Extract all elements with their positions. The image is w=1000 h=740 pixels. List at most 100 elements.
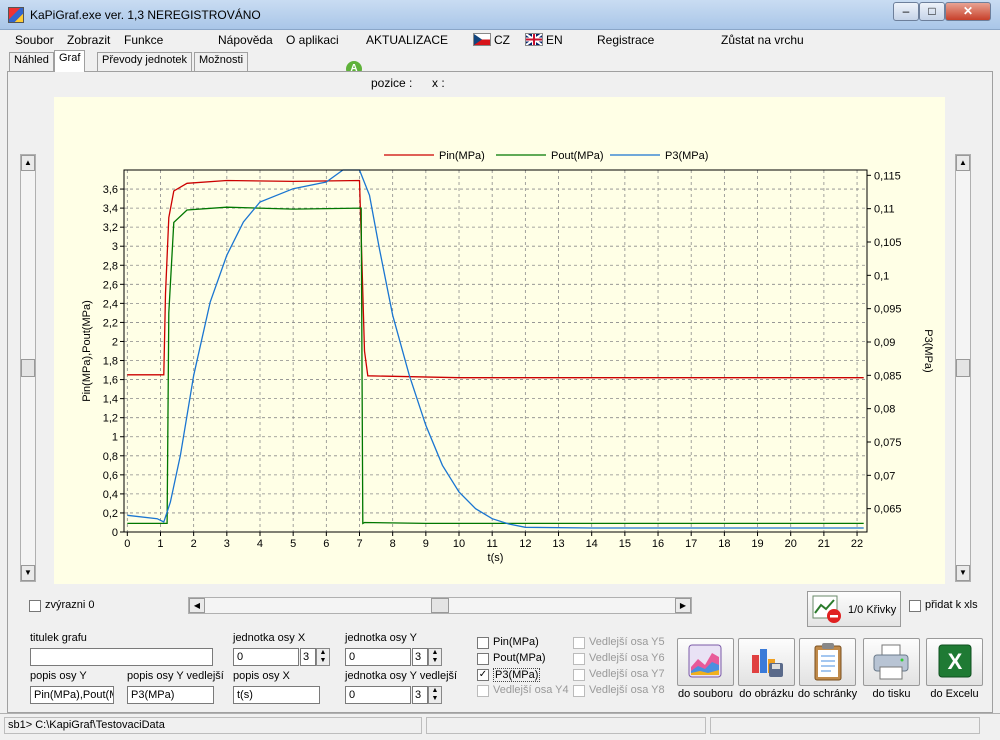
pin-checkbox[interactable] <box>477 637 489 649</box>
scroll-thumb[interactable] <box>431 598 449 613</box>
position-x-label: x : <box>432 76 445 90</box>
jednotka-osy-y-decimals[interactable]: 3 <box>412 648 428 666</box>
x-tick-label: 14 <box>586 538 598 550</box>
menu-aktualizace[interactable]: AKTUALIZACE <box>366 33 448 47</box>
scroll-thumb[interactable] <box>956 359 970 377</box>
y-left-tick-label: 2,6 <box>103 279 118 291</box>
jednotka-osy-y-vedlejsi-label: jednotka osy Y vedlejší <box>345 670 458 682</box>
jednotka-osy-y-vedlejsi-input[interactable]: 0 <box>345 686 411 704</box>
do-schranky-button[interactable] <box>799 638 856 686</box>
y-right-tick-label: 0,095 <box>874 304 902 316</box>
menu-cz[interactable]: CZ <box>494 33 510 47</box>
x-tick-label: 4 <box>257 538 263 550</box>
y-right-tick-label: 0,105 <box>874 237 902 249</box>
y-right-tick-label: 0,09 <box>874 337 895 349</box>
horizontal-scrollbar[interactable]: ◀ ▶ <box>188 597 692 614</box>
right-vertical-scrollbar[interactable]: ▲ ▼ <box>955 154 971 582</box>
menu-bar: Soubor Zobrazit Funkce Nápověda O aplika… <box>0 30 1000 77</box>
jednotka-osy-y-input[interactable]: 0 <box>345 648 411 666</box>
jednotka-osy-x-input[interactable]: 0 <box>233 648 299 666</box>
menu-o-aplikaci[interactable]: O aplikaci <box>286 33 339 47</box>
zvyrazni-checkbox[interactable] <box>29 600 41 612</box>
minimize-button[interactable]: – <box>893 2 919 21</box>
do-obrazku-button[interactable] <box>738 638 795 686</box>
maximize-button[interactable]: □ <box>919 2 945 21</box>
image-export-icon <box>752 649 783 677</box>
tab-graf[interactable]: Graf <box>54 50 86 72</box>
x-tick-label: 10 <box>453 538 465 550</box>
x-tick-label: 21 <box>818 538 830 550</box>
close-button[interactable]: ✕ <box>945 2 991 21</box>
x-tick-label: 18 <box>718 538 730 550</box>
x-axis-label: t(s) <box>488 552 504 564</box>
jednotka-osy-x-spinner[interactable]: ▲ ▼ <box>316 648 330 666</box>
popis-osy-y-label: popis osy Y <box>30 670 87 682</box>
jednotka-osy-y-spinner[interactable]: ▲ ▼ <box>428 648 442 666</box>
y7-checkbox-label: Vedlejší osa Y7 <box>589 668 665 680</box>
popis-osy-y-vedlejsi-input[interactable]: P3(MPa) <box>127 686 214 704</box>
p3-checkbox[interactable]: ✓ <box>477 669 489 681</box>
do-tisku-button[interactable] <box>863 638 920 686</box>
y5-checkbox[interactable] <box>573 637 585 649</box>
tab-moznosti[interactable]: Možnosti <box>194 52 249 71</box>
tab-prevody-jednotek[interactable]: Převody jednotek <box>97 52 192 71</box>
y-left-tick-label: 0,8 <box>103 451 118 463</box>
pout-checkbox-label: Pout(MPa) <box>493 652 546 664</box>
menu-funkce[interactable]: Funkce <box>124 33 163 47</box>
pout-checkbox[interactable] <box>477 653 489 665</box>
jednotka-osy-y-label: jednotka osy Y <box>345 632 417 644</box>
position-label: pozice : <box>371 76 413 90</box>
titulek-grafu-input[interactable] <box>30 648 213 666</box>
scroll-right-arrow-icon[interactable]: ▶ <box>675 598 691 613</box>
popis-osy-x-input[interactable]: t(s) <box>233 686 320 704</box>
y-left-tick-label: 1,4 <box>103 394 118 406</box>
jednotka-osy-x-decimals[interactable]: 3 <box>300 648 316 666</box>
pridat-xls-label: přidat k xls <box>925 599 978 611</box>
menu-en[interactable]: EN <box>546 33 563 47</box>
popis-osy-y-input[interactable]: Pin(MPa),Pout(MPa) <box>30 686 114 704</box>
x-tick-label: 5 <box>290 538 296 550</box>
y-left-tick-label: 2,8 <box>103 260 118 272</box>
menu-zustat-na-vrchu[interactable]: Zůstat na vrchu <box>721 33 804 47</box>
x-tick-label: 3 <box>224 538 230 550</box>
y7-checkbox[interactable] <box>573 669 585 681</box>
x-tick-label: 11 <box>486 538 497 550</box>
y8-checkbox[interactable] <box>573 685 585 697</box>
x-tick-label: 12 <box>519 538 531 550</box>
scroll-up-arrow-icon[interactable]: ▲ <box>21 155 35 171</box>
menu-napoveda[interactable]: Nápověda <box>218 33 273 47</box>
svg-text:X: X <box>948 649 963 674</box>
krivky-button[interactable]: 1/0 Křivky <box>807 591 901 627</box>
x-tick-label: 9 <box>423 538 429 550</box>
menu-zobrazit[interactable]: Zobrazit <box>67 33 110 47</box>
scroll-up-arrow-icon[interactable]: ▲ <box>956 155 970 171</box>
y-left-tick-label: 3,2 <box>103 222 118 234</box>
excel-icon: X <box>938 644 972 678</box>
scroll-down-arrow-icon[interactable]: ▼ <box>956 565 970 581</box>
legend-label: P3(MPa) <box>665 150 708 162</box>
y-left-tick-label: 1,6 <box>103 375 118 387</box>
do-schranky-label: do schránky <box>797 688 858 700</box>
x-tick-label: 15 <box>619 538 631 550</box>
left-vertical-scrollbar[interactable]: ▲ ▼ <box>20 154 36 582</box>
x-tick-label: 6 <box>323 538 329 550</box>
scroll-left-arrow-icon[interactable]: ◀ <box>189 598 205 613</box>
y4-checkbox[interactable] <box>477 685 489 697</box>
jednotka-osy-y-vedlejsi-decimals[interactable]: 3 <box>412 686 428 704</box>
titulek-grafu-label: titulek grafu <box>30 632 87 644</box>
menu-soubor[interactable]: Soubor <box>15 33 54 47</box>
do-souboru-button[interactable] <box>677 638 734 686</box>
menu-registrace[interactable]: Registrace <box>597 33 654 47</box>
y-right-tick-label: 0,065 <box>874 504 902 516</box>
scroll-down-arrow-icon[interactable]: ▼ <box>21 565 35 581</box>
scroll-thumb[interactable] <box>21 359 35 377</box>
do-excelu-button[interactable]: X <box>926 638 983 686</box>
curves-toggle-icon <box>812 595 841 623</box>
x-tick-label: 1 <box>157 538 163 550</box>
y4-checkbox-label: Vedlejší osa Y4 <box>493 684 569 696</box>
pridat-xls-checkbox[interactable] <box>909 600 921 612</box>
y6-checkbox[interactable] <box>573 653 585 665</box>
jednotka-osy-y-vedlejsi-spinner[interactable]: ▲ ▼ <box>428 686 442 704</box>
popis-osy-y-vedlejsi-label: popis osy Y vedlejší <box>127 670 224 682</box>
tab-nahled[interactable]: Náhled <box>9 52 54 71</box>
